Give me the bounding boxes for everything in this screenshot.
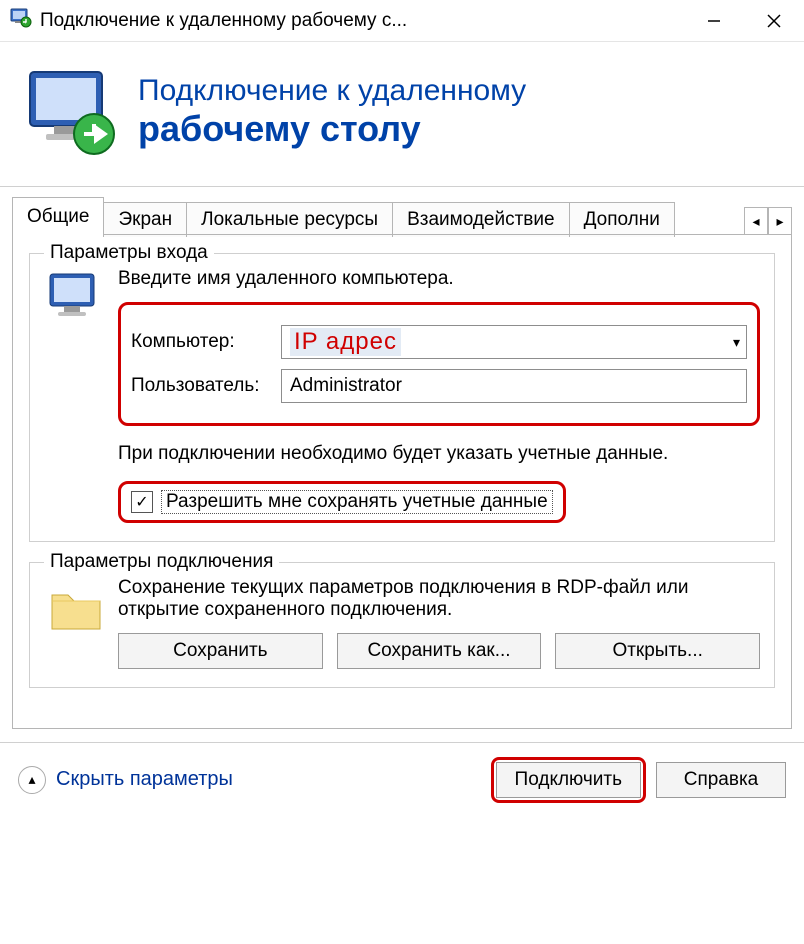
rdp-icon — [24, 64, 120, 160]
header-banner: Подключение к удаленному рабочему столу — [0, 42, 804, 187]
tab-experience[interactable]: Взаимодействие — [392, 202, 570, 237]
credentials-note: При подключении необходимо будет указать… — [118, 442, 760, 467]
folder-icon — [44, 577, 108, 669]
login-instruction: Введите имя удаленного компьютера. — [118, 268, 760, 290]
save-credentials-checkbox[interactable]: ✓ — [131, 491, 153, 513]
close-button[interactable] — [744, 0, 804, 42]
computer-value: IP адрес — [290, 328, 401, 356]
hide-options-link[interactable]: Скрыть параметры — [56, 768, 233, 791]
banner-line2: рабочему столу — [138, 108, 526, 150]
open-button[interactable]: Открыть... — [555, 633, 760, 669]
banner-line1: Подключение к удаленному — [138, 74, 526, 108]
connect-button[interactable]: Подключить — [496, 762, 641, 798]
save-button[interactable]: Сохранить — [118, 633, 323, 669]
collapse-options-button[interactable]: ▴ — [18, 766, 46, 794]
user-label: Пользователь: — [131, 375, 281, 397]
tab-general[interactable]: Общие — [12, 197, 104, 235]
tab-display[interactable]: Экран — [103, 202, 187, 237]
computer-combobox[interactable]: IP адрес ▾ — [281, 325, 747, 359]
connection-desc: Сохранение текущих параметров подключени… — [118, 577, 760, 621]
connection-settings-legend: Параметры подключения — [44, 551, 279, 573]
tab-bar: Общие Экран Локальные ресурсы Взаимодейс… — [0, 187, 804, 235]
save-as-button[interactable]: Сохранить как... — [337, 633, 542, 669]
tab-local-resources[interactable]: Локальные ресурсы — [186, 202, 393, 237]
tab-panel-general: Параметры входа Введите имя удаленного к… — [12, 234, 792, 729]
computer-icon — [44, 268, 108, 523]
save-credentials-label: Разрешить мне сохранять учетные данные — [161, 490, 553, 514]
tab-scroll-left[interactable]: ◂ — [744, 207, 768, 235]
tab-scroll-right[interactable]: ▸ — [768, 207, 792, 235]
tab-advanced[interactable]: Дополни — [569, 202, 675, 237]
help-button[interactable]: Справка — [656, 762, 786, 798]
chevron-down-icon: ▾ — [733, 334, 740, 351]
minimize-button[interactable] — [684, 0, 744, 42]
computer-label: Компьютер: — [131, 331, 281, 353]
username-field[interactable] — [281, 369, 747, 403]
titlebar: Подключение к удаленному рабочему с... — [0, 0, 804, 42]
window-title: Подключение к удаленному рабочему с... — [40, 10, 684, 32]
connection-settings-group: Параметры подключения Сохранение текущих… — [29, 562, 775, 688]
login-settings-group: Параметры входа Введите имя удаленного к… — [29, 253, 775, 542]
dialog-footer: ▴ Скрыть параметры Подключить Справка — [0, 742, 804, 817]
login-settings-legend: Параметры входа — [44, 242, 214, 264]
app-icon — [10, 7, 32, 34]
